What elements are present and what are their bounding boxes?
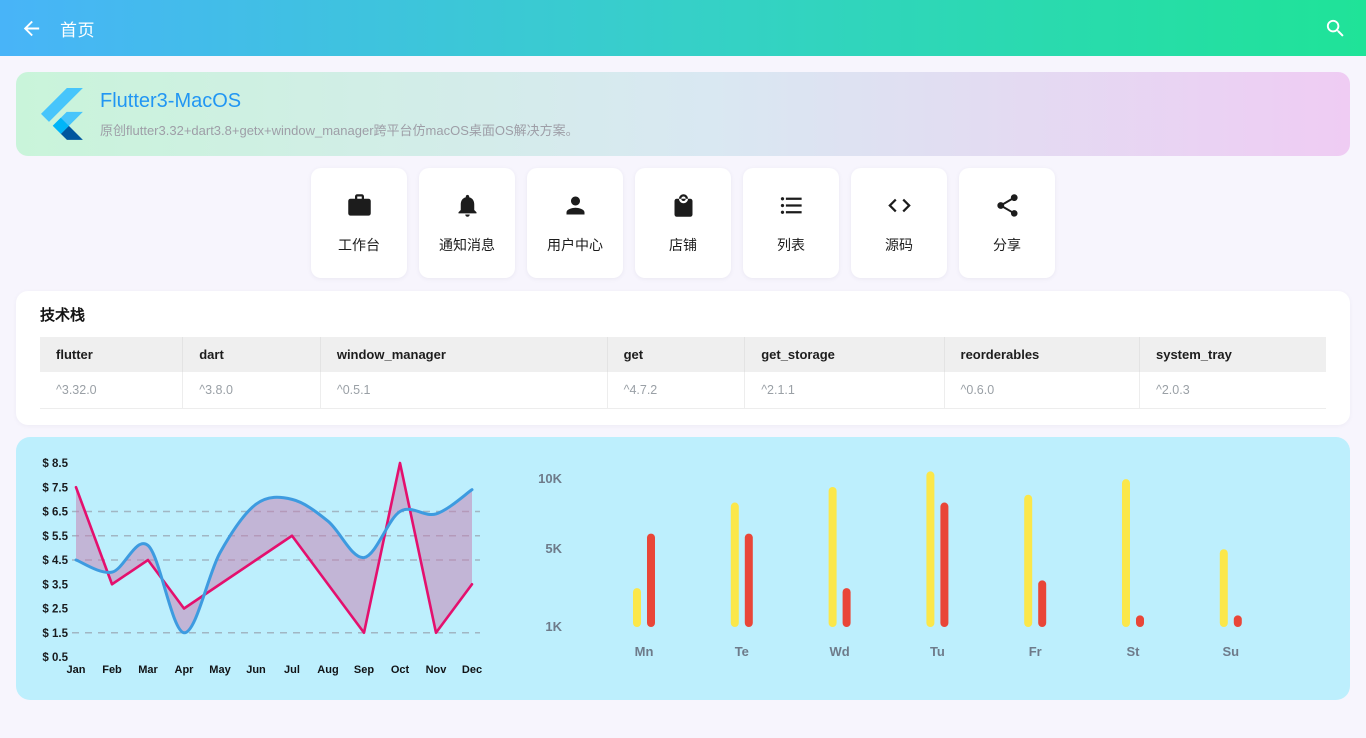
svg-text:Jan: Jan (67, 664, 86, 676)
code-icon (886, 192, 913, 219)
svg-text:5K: 5K (545, 541, 562, 556)
action-label: 通知消息 (439, 235, 495, 255)
tech-stack-table: flutter dart window_manager get get_stor… (40, 337, 1326, 409)
column-header: flutter (40, 337, 183, 372)
app-bar: 首页 (0, 0, 1366, 56)
quick-actions-row: 工作台 通知消息 用户中心 店铺 列表 源码 分享 (16, 168, 1350, 278)
search-icon[interactable] (1322, 15, 1348, 41)
share-icon (994, 192, 1021, 219)
action-label: 店铺 (669, 235, 697, 255)
svg-text:Mar: Mar (138, 664, 158, 676)
version-cell: ^3.32.0 (40, 372, 183, 409)
column-header: reorderables (944, 337, 1139, 372)
svg-text:$ 0.5: $ 0.5 (42, 652, 68, 664)
banner-subtitle: 原创flutter3.32+dart3.8+getx+window_manage… (100, 120, 579, 139)
column-header: get_storage (745, 337, 944, 372)
bar-chart: 1K 5K 10K Mn Te Wd Tu Fr St Su (516, 445, 1350, 695)
version-cell: ^4.7.2 (607, 372, 745, 409)
svg-text:$ 1.5: $ 1.5 (42, 628, 68, 640)
svg-text:1K: 1K (545, 619, 562, 634)
svg-text:$ 6.5: $ 6.5 (42, 507, 68, 519)
svg-text:Oct: Oct (391, 664, 410, 676)
action-source-code[interactable]: 源码 (851, 168, 947, 278)
page-title: 首页 (60, 16, 95, 41)
action-label: 用户中心 (547, 235, 603, 255)
svg-text:Su: Su (1222, 644, 1239, 659)
column-header: window_manager (320, 337, 607, 372)
svg-text:10K: 10K (538, 471, 562, 486)
svg-text:Aug: Aug (317, 664, 338, 676)
table-header-row: flutter dart window_manager get get_stor… (40, 337, 1326, 372)
svg-text:May: May (209, 664, 231, 676)
back-icon[interactable] (18, 15, 44, 41)
column-header: dart (183, 337, 321, 372)
action-share[interactable]: 分享 (959, 168, 1055, 278)
action-shop[interactable]: 店铺 (635, 168, 731, 278)
person-icon (562, 192, 589, 219)
version-cell: ^2.1.1 (745, 372, 944, 409)
action-workbench[interactable]: 工作台 (311, 168, 407, 278)
svg-text:St: St (1127, 644, 1141, 659)
bell-icon (454, 192, 481, 219)
svg-text:$ 2.5: $ 2.5 (42, 604, 68, 616)
version-cell: ^3.8.0 (183, 372, 321, 409)
svg-text:Jun: Jun (246, 664, 266, 676)
line-chart: $ 0.5 $ 1.5 $ 2.5 $ 3.5 $ 4.5 $ 5.5 $ 6.5 $ 7.5… (16, 445, 508, 695)
svg-text:Dec: Dec (462, 664, 482, 676)
list-icon (778, 192, 805, 219)
svg-text:Tu: Tu (930, 644, 945, 659)
action-list[interactable]: 列表 (743, 168, 839, 278)
column-header: get (607, 337, 745, 372)
svg-text:Mn: Mn (635, 644, 654, 659)
table-row: ^3.32.0 ^3.8.0 ^0.5.1 ^4.7.2 ^2.1.1 ^0.6… (40, 372, 1326, 409)
svg-text:Apr: Apr (175, 664, 195, 676)
svg-text:Fr: Fr (1029, 644, 1042, 659)
svg-text:Feb: Feb (102, 664, 122, 676)
action-label: 工作台 (338, 235, 380, 255)
shopping-bag-icon (670, 192, 697, 219)
banner-card: Flutter3-MacOS 原创flutter3.32+dart3.8+get… (16, 72, 1350, 156)
svg-text:$ 8.5: $ 8.5 (42, 458, 68, 470)
version-cell: ^0.5.1 (320, 372, 607, 409)
section-title: 技术栈 (40, 307, 1326, 325)
tech-stack-card: 技术栈 flutter dart window_manager get get_… (16, 291, 1350, 425)
version-cell: ^2.0.3 (1139, 372, 1326, 409)
svg-text:$ 5.5: $ 5.5 (42, 531, 68, 543)
svg-text:Jul: Jul (284, 664, 300, 676)
svg-text:Wd: Wd (829, 644, 849, 659)
briefcase-icon (346, 192, 373, 219)
svg-text:Sep: Sep (354, 664, 374, 676)
action-label: 列表 (777, 235, 805, 255)
banner-title: Flutter3-MacOS (100, 90, 579, 113)
action-label: 源码 (885, 235, 913, 255)
action-notifications[interactable]: 通知消息 (419, 168, 515, 278)
charts-card: $ 0.5 $ 1.5 $ 2.5 $ 3.5 $ 4.5 $ 5.5 $ 6.5 $ 7.5… (16, 437, 1350, 700)
svg-text:Te: Te (735, 644, 749, 659)
version-cell: ^0.6.0 (944, 372, 1139, 409)
action-user-center[interactable]: 用户中心 (527, 168, 623, 278)
action-label: 分享 (993, 235, 1021, 255)
svg-text:$ 3.5: $ 3.5 (42, 579, 68, 591)
svg-text:$ 7.5: $ 7.5 (42, 482, 68, 494)
svg-text:$ 4.5: $ 4.5 (42, 555, 68, 567)
flutter-logo (36, 88, 88, 140)
column-header: system_tray (1139, 337, 1326, 372)
svg-text:Nov: Nov (426, 664, 448, 676)
